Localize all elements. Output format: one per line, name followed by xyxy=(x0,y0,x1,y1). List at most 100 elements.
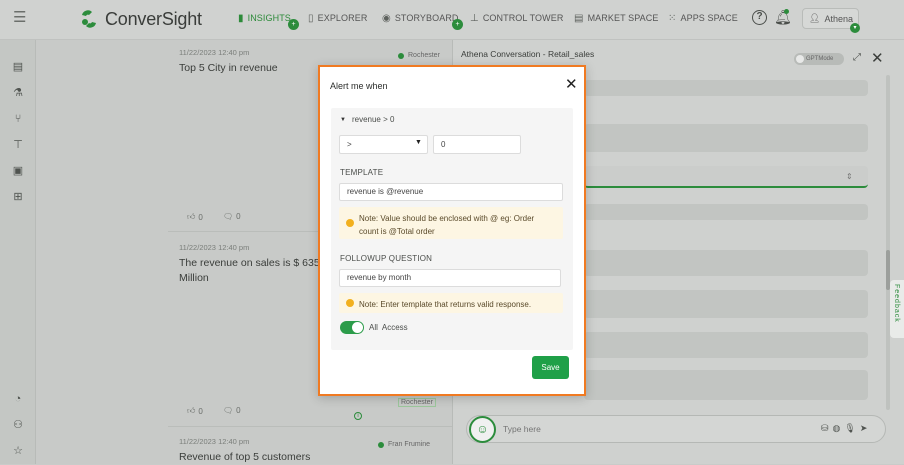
nav-storyboard[interactable]: ◉ STORYBOARD xyxy=(382,10,459,26)
flask-icon[interactable]: ⚗ xyxy=(11,86,25,100)
close-panel-icon[interactable]: ✕ xyxy=(871,49,884,67)
comment-count: 0 xyxy=(236,406,241,415)
chat-bubble-icon[interactable]: ◍ xyxy=(833,423,841,434)
card-title[interactable]: Top 5 City in revenue xyxy=(179,61,278,76)
star-icon[interactable]: ☆ xyxy=(11,444,25,458)
comment-button[interactable]: 🗨︎ 0 xyxy=(223,406,241,415)
control-tower-icon: ⊥ xyxy=(470,12,479,24)
location-label: Fran Frumine xyxy=(388,441,431,448)
send-icon[interactable]: ➤ xyxy=(860,423,868,434)
nav-control-tower[interactable]: ⊥ CONTROL TOWER xyxy=(470,10,563,26)
template-note: Note: Value should be enclosed with @ eg… xyxy=(339,207,563,239)
followup-label: FOLLOWUP QUESTION xyxy=(340,254,433,263)
storyboard-icon: ◉ xyxy=(382,12,391,24)
storyboard-badge: + xyxy=(452,19,463,30)
card-location: Fran Frumine xyxy=(378,441,430,448)
card-location: Rochester xyxy=(398,52,440,59)
logo[interactable]: ConverSight xyxy=(79,8,202,30)
card-timestamp: 11/22/2023 12:40 pm xyxy=(179,48,250,57)
branch-icon[interactable]: ⑂ xyxy=(11,112,25,126)
microphone-icon[interactable]: 🎙︎ xyxy=(844,423,855,434)
database-icon[interactable]: ⛁ xyxy=(821,423,829,434)
nav-explorer[interactable]: ▯ EXPLORER xyxy=(308,10,367,26)
followup-note-text: Note: Enter template that returns valid … xyxy=(359,300,532,309)
bot-avatar-icon[interactable]: ☺ xyxy=(469,416,496,443)
comment-button[interactable]: 🗨︎ 0 xyxy=(223,212,241,221)
nav-label: APPS SPACE xyxy=(680,13,738,23)
card-timestamp: 11/22/2023 12:40 pm xyxy=(179,243,250,252)
card-title[interactable]: Revenue of top 5 customers xyxy=(179,450,310,465)
hamburger-menu-icon[interactable]: ☰ xyxy=(13,10,27,25)
like-count: 0 xyxy=(198,212,203,222)
access-label: All Access xyxy=(369,323,408,332)
followup-input[interactable]: revenue by month xyxy=(339,269,561,287)
caret-down-icon: ▼ xyxy=(340,116,346,123)
gpt-mode-label: GPTMode xyxy=(806,56,834,62)
stopwatch-icon[interactable]: ◔ xyxy=(11,392,25,406)
notification-bell-icon[interactable]: 🔔︎ xyxy=(774,9,792,26)
nav-apps-space[interactable]: ⁙ APPS SPACE xyxy=(668,10,738,26)
followup-note: Note: Enter template that returns valid … xyxy=(339,293,563,313)
close-modal-icon[interactable]: ✕ xyxy=(565,75,578,93)
condition-toggle[interactable]: ▼ revenue > 0 xyxy=(340,115,394,124)
input-actions: ⛁ ◍ 🎙︎ ➤ xyxy=(821,423,867,434)
nav-label: EXPLORER xyxy=(317,13,368,23)
users-icon[interactable]: ⚇ xyxy=(11,418,25,432)
chat-input[interactable] xyxy=(503,424,703,434)
location-label: Rochester xyxy=(401,399,433,406)
nav-label: INSIGHTS xyxy=(247,13,291,23)
logo-text: ConverSight xyxy=(105,8,202,29)
org-chart-icon[interactable]: ⊞ xyxy=(11,190,25,204)
message-placeholder xyxy=(584,290,868,318)
warning-icon xyxy=(346,219,354,227)
save-button[interactable]: Save xyxy=(532,356,569,379)
dropdown-arrow-icon: ▼ xyxy=(415,139,422,146)
card-divider xyxy=(168,426,452,427)
message-placeholder xyxy=(584,370,868,400)
expand-icon[interactable]: ⤢ xyxy=(853,52,861,63)
location-dot xyxy=(398,52,404,59)
user-name: Athena xyxy=(824,13,853,24)
nav-market-space[interactable]: ▤ MARKET SPACE xyxy=(574,10,658,26)
card-location: Rochester xyxy=(398,398,436,407)
location-dot xyxy=(378,441,384,448)
thumbs-up-icon: 👍︎ xyxy=(187,406,196,415)
comment-icon: 🗨︎ xyxy=(223,406,234,415)
message-placeholder xyxy=(584,204,868,220)
message-placeholder xyxy=(584,166,868,188)
comment-count: 0 xyxy=(236,212,241,221)
comment-icon: 🗨︎ xyxy=(223,212,234,221)
condition-summary: revenue > 0 xyxy=(351,115,395,124)
scrollbar-track[interactable] xyxy=(886,75,890,410)
conversight-logo-icon xyxy=(82,10,96,28)
nav-label: CONTROL TOWER xyxy=(482,13,564,23)
explorer-icon: ▯ xyxy=(308,12,314,24)
threshold-value-input[interactable]: 0 xyxy=(433,135,521,154)
presentation-icon[interactable]: ▣ xyxy=(11,164,25,178)
info-icon[interactable]: i xyxy=(354,412,362,420)
help-icon[interactable]: ? xyxy=(752,10,767,25)
card-title-line-2: Million xyxy=(179,272,209,284)
bar-chart-icon: ▮ xyxy=(238,12,244,24)
template-note-text: Note: Value should be enclosed with @ eg… xyxy=(359,214,535,236)
message-placeholder xyxy=(584,250,868,276)
card-title[interactable]: The revenue on sales is $ 635 xyxy=(179,256,320,271)
thumbs-up-icon: 👍︎ xyxy=(187,212,196,221)
template-label: TEMPLATE xyxy=(340,168,384,177)
feedback-label: Feedback xyxy=(893,284,900,323)
user-badge: ▾ xyxy=(850,23,860,33)
notification-dot xyxy=(784,9,789,14)
nav-insights[interactable]: ▮ INSIGHTS xyxy=(238,10,291,26)
like-button[interactable]: 👍︎ 0 xyxy=(187,406,203,416)
like-button[interactable]: 👍︎ 0 xyxy=(187,212,203,222)
sort-icon[interactable]: ⇕ xyxy=(846,172,853,181)
card-timestamp: 11/22/2023 12:40 pm xyxy=(179,437,250,446)
conversation-title: Athena Conversation - Retail_sales xyxy=(461,49,595,59)
template-input[interactable]: revenue is @revenue xyxy=(339,183,563,201)
hierarchy-icon[interactable]: ⊤ xyxy=(11,138,25,152)
nav-label: MARKET SPACE xyxy=(587,13,659,23)
message-placeholder xyxy=(584,124,868,152)
document-icon[interactable]: ▤ xyxy=(11,60,25,74)
warning-icon xyxy=(346,299,354,307)
insights-badge: + xyxy=(288,19,299,30)
